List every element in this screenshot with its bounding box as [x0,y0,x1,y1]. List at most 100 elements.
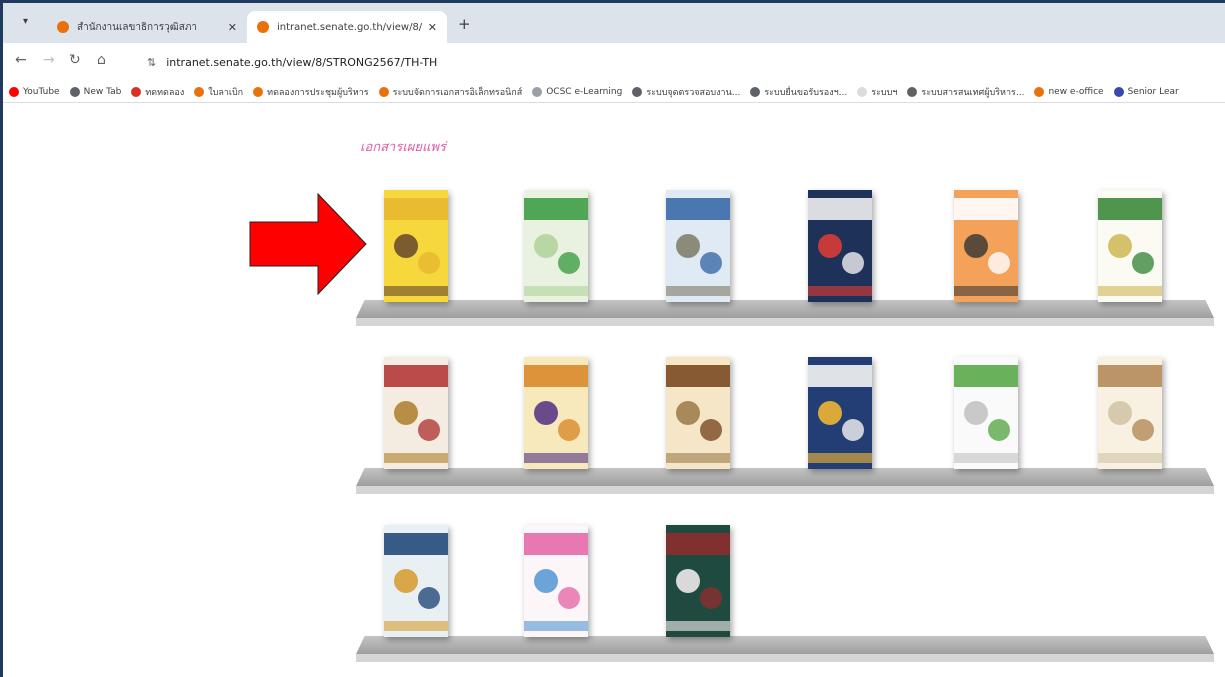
bookmark-label: ทดลองการประชุมผู้บริหาร [267,87,369,98]
cover-graphic [666,198,730,220]
cover-graphic [954,198,1018,220]
bookmark-label: new e-office [1048,86,1104,97]
page-title: เอกสารเผยแพร่ [360,140,446,155]
reload-icon[interactable]: ↻ [69,52,81,68]
document-cover-book-2-3[interactable] [666,357,730,469]
bookmark-item[interactable]: New Tab [69,86,121,97]
cover-graphic [384,533,448,555]
cover-graphic [988,419,1010,441]
tab-title: สำนักงานเลขาธิการวุฒิสภา [77,21,198,33]
tab-search-icon[interactable]: ▾ [23,16,28,27]
bookmark-label: OCSC e-Learning [546,86,623,97]
bookmark-item[interactable]: Senior Lear [1113,86,1179,97]
cover-graphic [524,621,588,631]
cover-graphic [1098,365,1162,387]
bookmark-favicon-icon [378,86,389,97]
cover-graphic [1132,419,1154,441]
close-icon[interactable]: ✕ [428,21,437,34]
bookmark-label: ทดทดลอง [145,87,185,98]
new-tab-button[interactable]: + [458,15,471,33]
back-icon[interactable]: ← [15,52,27,68]
bookmark-item[interactable]: ระบบสารสนเทศผู้บริหาร... [907,85,1024,99]
cover-graphic [666,286,730,296]
bookmark-label: ระบบสารสนเทศผู้บริหาร... [921,87,1025,98]
document-cover-book-2-5[interactable] [954,357,1018,469]
address-bar[interactable]: ⇅ intranet.senate.go.th/view/8/STRONG256… [133,49,1213,75]
bookmark-favicon-icon [857,86,868,97]
cover-graphic [964,234,988,258]
shelf-1 [356,300,1214,326]
cover-graphic [842,252,864,274]
cover-graphic [700,419,722,441]
document-cover-book-1-4[interactable] [808,190,872,302]
tab-senate[interactable]: สำนักงานเลขาธิการวุฒิสภา ✕ [47,11,247,43]
bookmark-favicon-icon [1113,86,1124,97]
cover-graphic [666,365,730,387]
document-cover-book-3-3[interactable] [666,525,730,637]
cover-graphic [818,234,842,258]
senate-favicon-icon [257,21,269,33]
bookmark-favicon-icon [750,86,761,97]
bookmark-item[interactable]: ใบลาเบิก [194,85,243,99]
cover-graphic [558,587,580,609]
bookmark-item[interactable]: OCSC e-Learning [532,86,623,97]
cover-graphic [384,198,448,220]
bookmark-item[interactable]: new e-office [1034,86,1104,97]
document-cover-book-1-6[interactable] [1098,190,1162,302]
document-cover-book-2-1[interactable] [384,357,448,469]
bookmark-item[interactable]: ระบบจัดการเอกสารอิเล็กทรอนิกส์ [378,85,522,99]
cover-graphic [818,401,842,425]
cover-graphic [418,419,440,441]
document-cover-book-1-2[interactable] [524,190,588,302]
document-cover-book-1-5[interactable] [954,190,1018,302]
home-icon[interactable]: ⌂ [97,52,106,68]
document-cover-book-2-4[interactable] [808,357,872,469]
bookmark-favicon-icon [131,86,142,97]
cover-graphic [1132,252,1154,274]
bookmark-favicon-icon [907,86,918,97]
close-icon[interactable]: ✕ [228,21,237,34]
cover-graphic [534,569,558,593]
cover-graphic [524,453,588,463]
cover-graphic [1108,234,1132,258]
site-info-icon[interactable]: ⇅ [147,56,156,69]
cover-graphic [954,286,1018,296]
cover-graphic [524,533,588,555]
cover-graphic [384,365,448,387]
cover-graphic [808,453,872,463]
forward-icon[interactable]: → [43,52,55,68]
cover-graphic [808,286,872,296]
cover-graphic [558,419,580,441]
bookmark-item[interactable]: ระบบจุดตรวจสอบงาน... [632,85,740,99]
bookmark-label: ระบบจุดตรวจสอบงาน... [646,87,741,98]
cover-graphic [700,587,722,609]
cover-graphic [384,453,448,463]
senate-favicon-icon [57,21,69,33]
shelf-3 [356,636,1214,662]
cover-graphic [394,234,418,258]
cover-graphic [666,453,730,463]
bookmark-item[interactable]: ทดลองการประชุมผู้บริหาร [253,85,369,99]
bookmark-label: Senior Lear [1127,86,1179,97]
bookmark-item[interactable]: ระบบฯ [857,85,897,99]
bookmark-favicon-icon [632,86,643,97]
document-cover-book-3-1[interactable] [384,525,448,637]
document-cover-book-3-2[interactable] [524,525,588,637]
address-text: intranet.senate.go.th/view/8/STRONG2567/… [166,55,438,69]
document-cover-book-2-2[interactable] [524,357,588,469]
tab-intranet[interactable]: intranet.senate.go.th/view/8/ST ✕ [247,11,447,43]
cover-graphic [524,286,588,296]
bookmark-item[interactable]: ระบบยื่นขอรับรองฯ... [750,85,847,99]
cover-graphic [954,365,1018,387]
bookmark-item[interactable]: YouTube [9,86,60,97]
cover-graphic [558,252,580,274]
cover-graphic [700,252,722,274]
cover-graphic [1098,286,1162,296]
bookmark-favicon-icon [532,86,543,97]
shelf-2 [356,468,1214,494]
document-cover-book-1-1[interactable] [384,190,448,302]
document-cover-book-1-3[interactable] [666,190,730,302]
document-cover-book-2-6[interactable] [1098,357,1162,469]
bookmark-item[interactable]: ทดทดลอง [131,85,184,99]
cover-graphic [676,401,700,425]
